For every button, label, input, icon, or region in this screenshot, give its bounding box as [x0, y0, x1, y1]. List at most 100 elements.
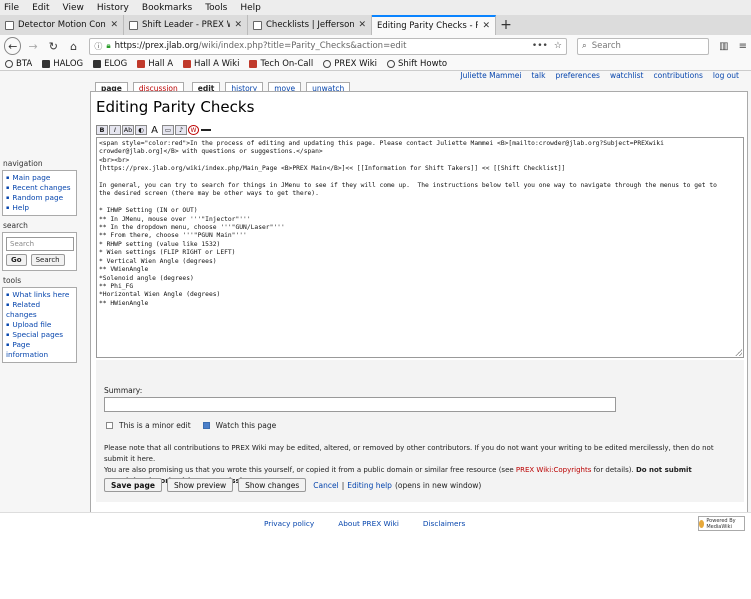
- external-link-icon[interactable]: ◐: [135, 125, 147, 135]
- sidebar-item-main-page[interactable]: Main page: [6, 173, 72, 183]
- watch-page-label[interactable]: Watch this page: [216, 421, 277, 430]
- user-link[interactable]: Juliette Mammei: [460, 71, 521, 81]
- menu-edit[interactable]: Edit: [32, 3, 49, 13]
- sidebar-toggle-icon[interactable]: ▥: [719, 41, 728, 52]
- media-icon[interactable]: ♪: [175, 125, 187, 135]
- sidebar-item-help[interactable]: Help: [6, 203, 72, 213]
- horizontal-line-icon[interactable]: [200, 125, 212, 135]
- about-link[interactable]: About PREX Wiki: [338, 519, 399, 528]
- sidebar-item-random-page[interactable]: Random page: [6, 193, 72, 203]
- sidebar-item-related-changes[interactable]: Related changes: [6, 300, 72, 320]
- menu-file[interactable]: File: [4, 3, 19, 13]
- preferences-link[interactable]: preferences: [555, 71, 599, 81]
- summary-input[interactable]: [104, 397, 616, 412]
- menu-bookmarks[interactable]: Bookmarks: [142, 3, 192, 13]
- url-bar[interactable]: ⓘ 🔒︎ https://prex.jlab.org/wiki/index.ph…: [89, 37, 567, 55]
- editor-line: the desired screen (there may be other w…: [99, 190, 319, 198]
- copyrights-link[interactable]: PREX Wiki:Copyrights: [516, 466, 591, 474]
- bookmark-label: HALOG: [53, 58, 84, 69]
- menu-view[interactable]: View: [63, 3, 84, 13]
- url-path: /wiki/index.php?title=Parity_Checks&acti…: [198, 41, 407, 51]
- sidebar-item-what-links-here[interactable]: What links here: [6, 290, 72, 300]
- bookmark-label: PREX Wiki: [334, 58, 378, 69]
- save-page-button[interactable]: Save page: [104, 478, 162, 492]
- bookmark-label: Shift Howto: [398, 58, 448, 69]
- summary-label: Summary:: [104, 386, 143, 395]
- browser-tab[interactable]: Checklists | Jefferson Lab ✕: [248, 15, 372, 35]
- info-icon[interactable]: ⓘ: [94, 41, 102, 52]
- menu-history[interactable]: History: [97, 3, 129, 13]
- close-tab-icon[interactable]: ✕: [110, 20, 118, 30]
- sidebar-item-page-information[interactable]: Page information: [6, 340, 72, 360]
- navigation-heading: navigation: [3, 159, 43, 168]
- watch-page-checkbox[interactable]: [202, 422, 210, 429]
- sidebar-item-upload-file[interactable]: Upload file: [6, 320, 72, 330]
- show-preview-button[interactable]: Show preview: [166, 478, 234, 492]
- edit-textarea[interactable]: <span style="color:red">In the process o…: [96, 137, 744, 358]
- bold-icon[interactable]: B: [96, 125, 108, 135]
- bookmark-label: BTA: [16, 58, 33, 69]
- bookmark-item[interactable]: Hall A: [137, 59, 173, 69]
- search-placeholder: Search: [591, 41, 621, 51]
- close-tab-icon[interactable]: ✕: [358, 20, 366, 30]
- home-icon[interactable]: ⌂: [65, 37, 82, 55]
- bookmark-item[interactable]: PREX Wiki: [323, 59, 377, 69]
- search-button[interactable]: Search: [30, 254, 65, 266]
- contributions-link[interactable]: contributions: [654, 71, 703, 81]
- mediawiki-badge[interactable]: Powered By MediaWiki: [698, 516, 745, 531]
- browser-tab[interactable]: Shift Leader - PREX Wiki ✕: [124, 15, 248, 35]
- sidebar-item-special-pages[interactable]: Special pages: [6, 330, 72, 340]
- tab-title: Editing Parity Checks - PREX: [377, 21, 478, 31]
- minor-edit-checkbox[interactable]: [106, 422, 113, 429]
- italic-icon[interactable]: I: [109, 125, 121, 135]
- globe-icon: [323, 59, 332, 68]
- reload-icon[interactable]: ↻: [45, 37, 62, 55]
- new-tab-icon[interactable]: +: [496, 15, 516, 35]
- bookmark-item[interactable]: ELOG: [93, 59, 127, 69]
- image-icon[interactable]: ▭: [162, 125, 174, 135]
- bookmark-item[interactable]: BTA: [5, 59, 32, 69]
- tab-title: Checklists | Jefferson Lab: [266, 20, 355, 30]
- privacy-policy-link[interactable]: Privacy policy: [264, 519, 314, 528]
- browser-tab-active[interactable]: Editing Parity Checks - PREX ✕: [372, 15, 496, 35]
- menu-hamburger-icon[interactable]: ≡: [739, 41, 747, 52]
- bookmark-item[interactable]: Hall A Wiki: [183, 59, 239, 69]
- wiki-search-input[interactable]: Search: [6, 237, 74, 251]
- back-icon[interactable]: ←: [4, 37, 22, 55]
- wiki-page: Juliette Mammei talk preferences watchli…: [0, 71, 751, 599]
- resize-handle[interactable]: [735, 349, 742, 356]
- editor-line: ** From there, choose '''"PGUN Main"''': [99, 232, 247, 240]
- close-tab-icon[interactable]: ✕: [482, 21, 490, 31]
- disclaimers-link[interactable]: Disclaimers: [423, 519, 465, 528]
- hall-icon: [137, 59, 146, 68]
- mediawiki-logo-icon: [699, 519, 705, 528]
- cancel-link[interactable]: Cancel: [313, 481, 338, 490]
- editor-line: ** In the dropdown menu, choose '''"GUN/…: [99, 224, 285, 232]
- internal-link-icon[interactable]: Ab: [122, 125, 134, 135]
- sidebar-item-recent-changes[interactable]: Recent changes: [6, 183, 72, 193]
- show-changes-button[interactable]: Show changes: [238, 478, 307, 492]
- browser-search-input[interactable]: ⌕ Search: [576, 37, 710, 55]
- forward-icon[interactable]: →: [24, 37, 41, 55]
- bookmarks-toolbar: BTA HALOG ELOG Hall A Hall A Wiki Tech O…: [0, 57, 751, 71]
- tab-title: Detector Motion Controls GU: [18, 20, 106, 30]
- editing-help-link[interactable]: Editing help: [347, 481, 392, 490]
- tools-heading: tools: [3, 276, 22, 285]
- nowiki-icon[interactable]: W: [188, 125, 199, 135]
- menu-help[interactable]: Help: [240, 3, 261, 13]
- go-button[interactable]: Go: [6, 254, 27, 266]
- menu-tools[interactable]: Tools: [205, 3, 227, 13]
- page-actions-icon[interactable]: •••: [532, 41, 548, 51]
- minor-edit-label[interactable]: This is a minor edit: [119, 421, 191, 430]
- talk-link[interactable]: talk: [531, 71, 545, 81]
- close-tab-icon[interactable]: ✕: [234, 20, 242, 30]
- watchlist-link[interactable]: watchlist: [610, 71, 644, 81]
- bookmark-item[interactable]: Shift Howto: [387, 59, 447, 69]
- bookmark-item[interactable]: Tech On-Call: [249, 59, 313, 69]
- browser-tab[interactable]: Detector Motion Controls GU ✕: [0, 15, 124, 35]
- bookmark-item[interactable]: HALOG: [42, 59, 83, 69]
- logout-link[interactable]: log out: [713, 71, 739, 81]
- bookmark-star-icon[interactable]: ☆: [554, 41, 562, 51]
- hall-icon: [183, 59, 192, 68]
- headline-icon[interactable]: A: [148, 125, 161, 136]
